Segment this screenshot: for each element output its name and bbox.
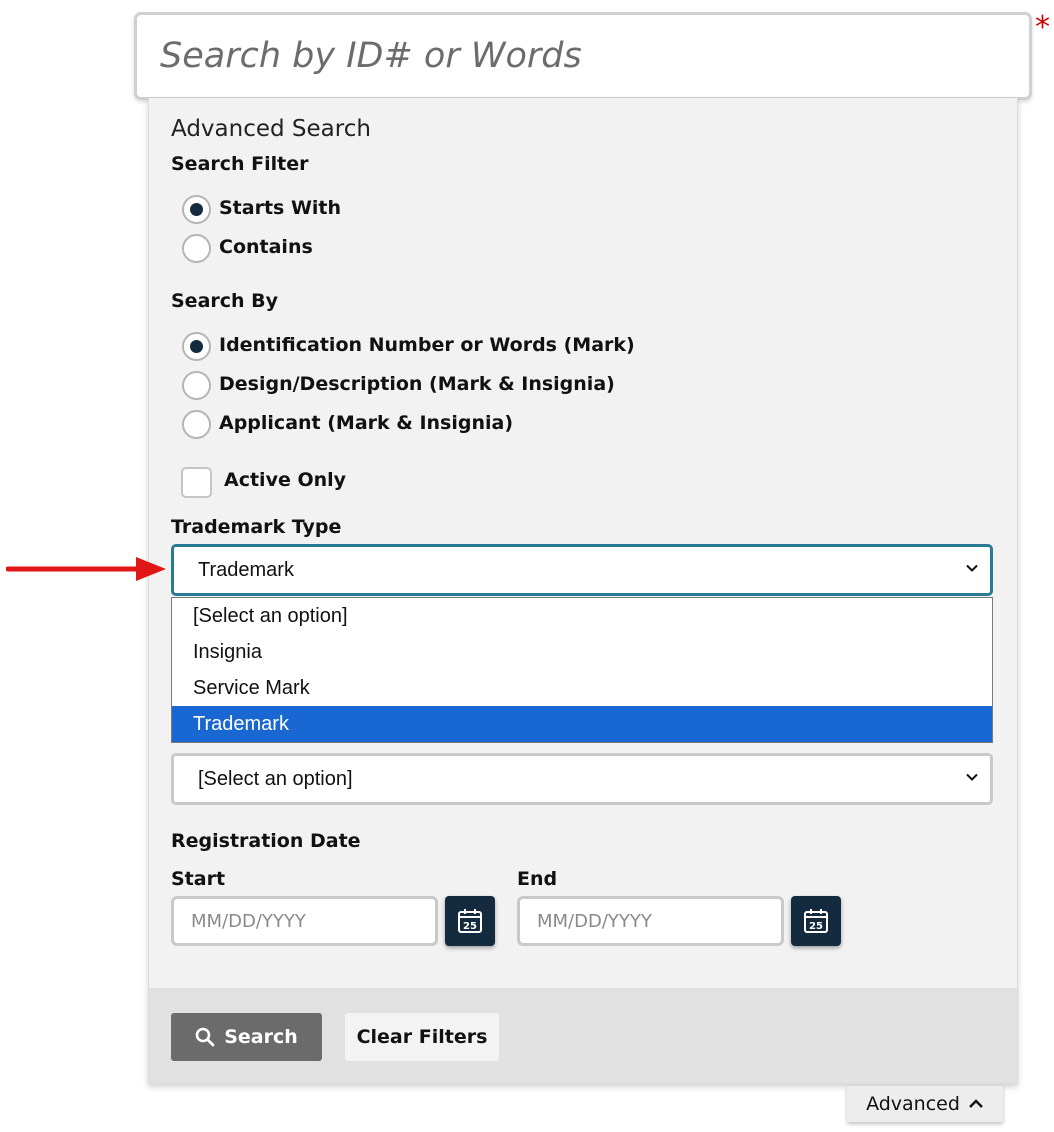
- trademark-type-select[interactable]: Trademark: [171, 544, 993, 596]
- search-icon: [195, 1027, 215, 1047]
- advanced-toggle-label: Advanced: [866, 1093, 960, 1115]
- start-date-calendar-button[interactable]: 25: [445, 896, 495, 946]
- radio-identification-number[interactable]: [182, 332, 211, 361]
- secondary-select[interactable]: [Select an option]: [171, 753, 993, 805]
- dropdown-option[interactable]: Insignia: [172, 634, 992, 670]
- svg-text:25: 25: [809, 921, 823, 932]
- end-date-label: End: [517, 868, 558, 890]
- dropdown-option-selected[interactable]: Trademark: [172, 706, 992, 742]
- registration-date-label: Registration Date: [171, 830, 361, 852]
- active-only-label: Active Only: [224, 469, 347, 491]
- chevron-up-icon: [969, 1099, 983, 1108]
- chevron-down-icon: [966, 564, 978, 572]
- required-marker: *: [1035, 10, 1050, 45]
- active-only-checkbox[interactable]: [181, 467, 212, 498]
- dropdown-option[interactable]: Service Mark: [172, 670, 992, 706]
- annotation-arrow: [6, 557, 166, 581]
- radio-contains[interactable]: [182, 234, 211, 263]
- search-button[interactable]: Search: [171, 1013, 322, 1061]
- advanced-search-title: Advanced Search: [171, 116, 371, 142]
- advanced-toggle[interactable]: Advanced: [847, 1086, 1003, 1122]
- trademark-type-label: Trademark Type: [171, 516, 342, 538]
- calendar-icon: 25: [458, 909, 482, 933]
- clear-filters-button[interactable]: Clear Filters: [345, 1013, 499, 1061]
- radio-contains-label: Contains: [219, 236, 313, 258]
- start-date-input[interactable]: [171, 896, 438, 946]
- search-filter-label: Search Filter: [171, 153, 309, 175]
- radio-starts-with-label: Starts With: [219, 197, 342, 219]
- radio-design-description-label: Design/Description (Mark & Insignia): [219, 373, 615, 395]
- radio-applicant[interactable]: [182, 410, 211, 439]
- trademark-type-dropdown: [Select an option] Insignia Service Mark…: [171, 597, 993, 743]
- svg-text:25: 25: [463, 921, 477, 932]
- search-by-label: Search By: [171, 290, 279, 312]
- end-date-calendar-button[interactable]: 25: [791, 896, 841, 946]
- radio-design-description[interactable]: [182, 371, 211, 400]
- clear-filters-label: Clear Filters: [356, 1026, 488, 1048]
- dropdown-option[interactable]: [Select an option]: [172, 598, 992, 634]
- calendar-icon: 25: [804, 909, 828, 933]
- trademark-type-value: Trademark: [198, 558, 294, 581]
- start-date-label: Start: [171, 868, 226, 890]
- chevron-down-icon: [966, 773, 978, 781]
- end-date-input[interactable]: [517, 896, 784, 946]
- radio-identification-number-label: Identification Number or Words (Mark): [219, 334, 635, 356]
- radio-applicant-label: Applicant (Mark & Insignia): [219, 412, 514, 434]
- radio-starts-with[interactable]: [182, 195, 211, 224]
- search-button-label: Search: [224, 1026, 298, 1048]
- search-input[interactable]: [134, 12, 1032, 100]
- secondary-select-value: [Select an option]: [198, 767, 353, 790]
